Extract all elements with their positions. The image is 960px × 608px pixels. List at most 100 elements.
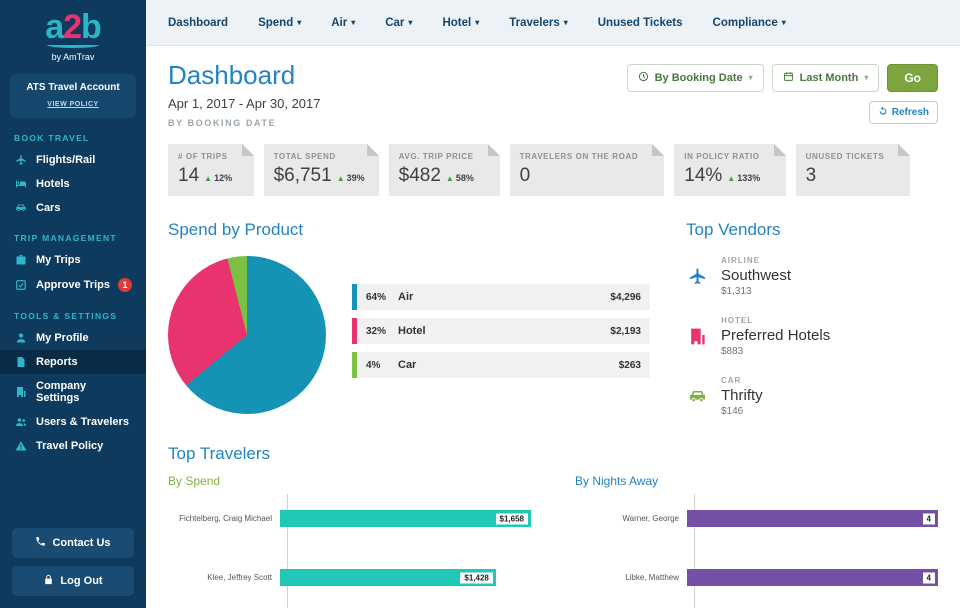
tab-travelers[interactable]: Travelers▾ — [509, 17, 568, 29]
vendor-item-hotel: HOTEL Preferred Hotels $883 — [686, 316, 938, 357]
legend-amount: $4,296 — [610, 292, 641, 303]
sidebar-item-users-travelers[interactable]: Users & Travelers — [0, 410, 146, 434]
sidebar-item-my-trips[interactable]: My Trips — [0, 248, 146, 272]
date-range: Apr 1, 2017 - Apr 30, 2017 — [168, 96, 321, 111]
tab-label: Car — [385, 17, 404, 29]
chevron-down-icon: ▾ — [864, 74, 868, 82]
spend-by-product-section: Spend by Product 64% Air $4,296 32% — [168, 220, 650, 436]
tab-compliance[interactable]: Compliance▾ — [713, 17, 786, 29]
report-icon — [14, 356, 28, 368]
page-title: Dashboard — [168, 60, 321, 91]
sidebar-item-approve-trips[interactable]: Approve Trips 1 — [0, 272, 146, 298]
section-title-top-travelers: Top Travelers — [168, 444, 938, 464]
sidebar-item-reports[interactable]: Reports — [0, 350, 146, 374]
chevron-down-icon: ▾ — [749, 74, 753, 82]
kpi-value: 14 — [178, 165, 199, 187]
spend-pie-chart — [168, 256, 326, 414]
lock-icon — [43, 574, 54, 588]
filters-row: By Booking Date ▾ Last Month ▾ Go — [627, 64, 938, 92]
sidebar-item-label: Users & Travelers — [36, 416, 129, 428]
sidebar-item-hotels[interactable]: Hotels — [0, 172, 146, 196]
up-arrow-icon: ▲ — [337, 174, 345, 183]
nights-bar: 4 — [687, 569, 938, 586]
contact-us-label: Contact Us — [52, 537, 110, 549]
account-card: ATS Travel Account VIEW POLICY — [10, 74, 136, 118]
contact-us-button[interactable]: Contact Us — [12, 528, 134, 558]
tab-label: Hotel — [442, 17, 471, 29]
tab-unused-tickets[interactable]: Unused Tickets — [598, 17, 683, 29]
approve-trips-badge: 1 — [118, 278, 132, 292]
vendor-item-airline: AIRLINE Southwest $1,313 — [686, 256, 938, 297]
by-nights-away-label: By Nights Away — [575, 474, 938, 488]
period-dropdown[interactable]: Last Month ▾ — [772, 64, 880, 92]
kpi-label: IN POLICY RATIO — [684, 152, 771, 161]
kpi-delta: 12% — [214, 173, 232, 183]
by-nights-away-column: By Nights Away Warner, George 4 Libke, M — [575, 474, 938, 608]
bar-value: $1,428 — [460, 572, 492, 583]
legend-swatch — [352, 352, 357, 378]
sidebar-item-travel-policy[interactable]: Travel Policy — [0, 434, 146, 458]
legend-amount: $2,193 — [610, 326, 641, 337]
bar-value: $1,658 — [496, 513, 528, 524]
traveler-name: Libke, Matthew — [575, 573, 687, 582]
tab-hotel[interactable]: Hotel ▾ — [442, 17, 479, 29]
bar-row: Klee, Jeffrey Scott $1,428 — [168, 569, 531, 586]
section-title-spend-by-product: Spend by Product — [168, 220, 650, 240]
top-vendors-section: Top Vendors AIRLINE Southwest $1,313 — [686, 220, 938, 436]
logo-letter-2: 2 — [63, 8, 81, 46]
chevron-down-icon: ▾ — [408, 19, 412, 27]
logo-byline: by AmTrav — [0, 52, 146, 62]
kpi-value: $482 — [399, 165, 441, 187]
main-content: Dashboard Apr 1, 2017 - Apr 30, 2017 BY … — [146, 46, 960, 608]
legend-amount: $263 — [619, 360, 641, 371]
app-logo: a2b by AmTrav — [0, 0, 146, 62]
vendor-category: CAR — [721, 376, 763, 385]
account-name: ATS Travel Account — [16, 82, 130, 93]
sidebar-item-label: My Trips — [36, 254, 81, 266]
tab-dashboard[interactable]: Dashboard — [168, 17, 228, 29]
refresh-button[interactable]: Refresh — [869, 101, 938, 124]
tab-spend[interactable]: Spend▾ — [258, 17, 301, 29]
sidebar-item-label: Hotels — [36, 178, 70, 190]
kpi-card-travelers-on-road: TRAVELERS ON THE ROAD 0 — [510, 144, 665, 196]
log-out-label: Log Out — [60, 575, 102, 587]
sidebar-item-company-settings[interactable]: Company Settings — [0, 374, 146, 410]
chevron-down-icon: ▾ — [475, 19, 479, 27]
tab-air[interactable]: Air▾ — [331, 17, 355, 29]
tab-label: Travelers — [509, 17, 560, 29]
kpi-value: 0 — [520, 165, 531, 187]
sidebar-item-label: Flights/Rail — [36, 154, 95, 166]
bar-value: 4 — [923, 572, 935, 583]
tab-car[interactable]: Car ▾ — [385, 17, 412, 29]
sidebar-item-my-profile[interactable]: My Profile — [0, 326, 146, 350]
car-icon — [686, 387, 708, 406]
sidebar-footer: Contact Us Log Out — [0, 528, 146, 608]
legend-pct: 64% — [366, 292, 398, 303]
sidebar-item-label: My Profile — [36, 332, 89, 344]
sidebar-item-cars[interactable]: Cars — [0, 196, 146, 220]
view-policy-link[interactable]: VIEW POLICY — [47, 101, 98, 108]
vendor-amount: $146 — [721, 406, 763, 417]
calendar-icon — [783, 71, 794, 85]
kpi-card-avg-trip-price: AVG. TRIP PRICE $482▲58% — [389, 144, 500, 196]
by-spend-column: By Spend Fichtelberg, Craig Michael $1,6… — [168, 474, 531, 608]
tab-label: Unused Tickets — [598, 17, 683, 29]
by-spend-label: By Spend — [168, 474, 531, 488]
suitcase-icon — [14, 254, 28, 266]
bar-row: Warner, George 4 — [575, 510, 938, 527]
phone-icon — [35, 536, 46, 550]
page-header: Dashboard Apr 1, 2017 - Apr 30, 2017 BY … — [168, 60, 938, 128]
bar-row: Fichtelberg, Craig Michael $1,658 — [168, 510, 531, 527]
log-out-button[interactable]: Log Out — [12, 566, 134, 596]
clock-icon — [638, 71, 649, 85]
plane-icon — [686, 267, 708, 286]
kpi-label: AVG. TRIP PRICE — [399, 152, 486, 161]
sidebar-item-label: Company Settings — [36, 380, 132, 404]
sidebar-item-flights-rail[interactable]: Flights/Rail — [0, 148, 146, 172]
kpi-value: 14% — [684, 165, 722, 187]
vendor-name: Thrifty — [721, 387, 763, 404]
hotel-building-icon — [686, 327, 708, 346]
go-button[interactable]: Go — [887, 64, 938, 92]
legend-swatch — [352, 284, 357, 310]
booking-date-dropdown[interactable]: By Booking Date ▾ — [627, 64, 764, 92]
